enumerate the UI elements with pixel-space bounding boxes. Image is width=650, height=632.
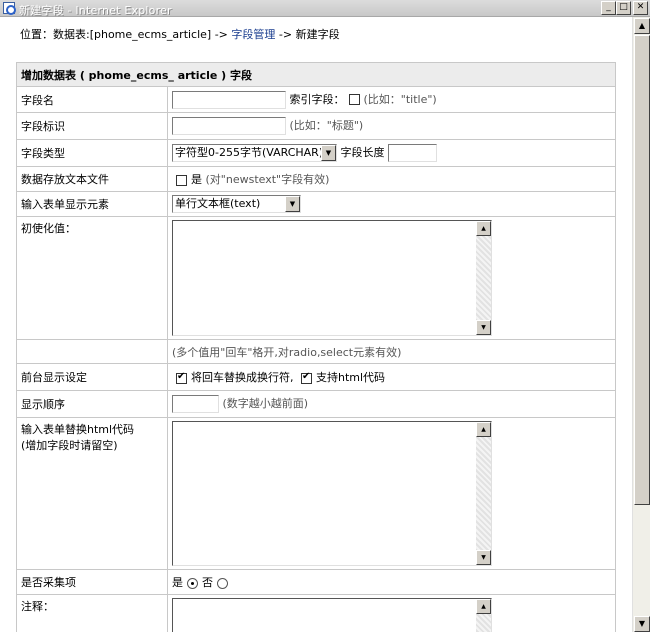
collect-label: 是否采集项 — [16, 569, 168, 595]
index-field-checkbox[interactable] — [348, 94, 360, 105]
scroll-up-icon[interactable]: ▲ — [476, 599, 491, 614]
window-title: 新建字段 - Internet Explorer — [19, 4, 172, 17]
field-name-label: 字段名 — [16, 86, 168, 113]
textarea-scrollbar[interactable]: ▲ — [476, 599, 491, 632]
frontend-label: 前台显示设定 — [16, 363, 168, 391]
scroll-down-icon[interactable]: ▼ — [476, 320, 491, 335]
collect-no-label: 否 — [202, 576, 213, 589]
scroll-up-icon[interactable]: ▲ — [476, 221, 491, 236]
store-file-label: 数据存放文本文件 — [16, 166, 168, 192]
store-file-hint: (对"newstext"字段有效) — [205, 173, 330, 186]
store-file-option: 是 — [191, 173, 202, 186]
scroll-up-icon[interactable]: ▲ — [476, 422, 491, 437]
support-html-label: 支持html代码 — [316, 371, 386, 384]
input-element-label: 输入表单显示元素 — [16, 191, 168, 217]
page-viewport: 位置：数据表:[phome_ecms_article] -> 字段管理 -> 新… — [0, 17, 632, 632]
convert-newline-label: 将回车替换成换行符, — [191, 371, 294, 384]
field-type-select[interactable]: 字符型0-255字节(VARCHAR) ▼ — [172, 144, 337, 162]
field-ident-hint: (比如："标题") — [289, 119, 364, 132]
collect-yes-label: 是 — [172, 576, 183, 589]
ie-app-icon — [3, 2, 16, 15]
field-length-input[interactable] — [388, 144, 437, 162]
init-value-hint-spacer — [16, 339, 168, 364]
collect-yes-radio[interactable] — [187, 577, 198, 589]
scrollbar-thumb[interactable] — [634, 35, 650, 505]
init-value-hint: (多个值用"回车"格开,对radio,select元素有效) — [167, 339, 616, 364]
field-name-hint: (比如："title") — [363, 92, 437, 106]
page-scrollbar[interactable]: ▲ ▼ — [632, 17, 650, 632]
order-hint: (数字越小越前面) — [222, 397, 309, 410]
maximize-button[interactable]: □ — [616, 1, 631, 15]
title-bar: 新建字段 - Internet Explorer _ □ ✕ — [0, 0, 650, 17]
field-type-selected: 字符型0-255字节(VARCHAR) — [175, 146, 324, 159]
scroll-down-icon[interactable]: ▼ — [476, 550, 491, 565]
order-input[interactable] — [172, 395, 219, 413]
store-file-checkbox[interactable] — [176, 174, 187, 186]
field-ident-input[interactable] — [172, 117, 286, 135]
textarea-scrollbar[interactable]: ▲ ▼ — [476, 221, 491, 335]
collect-no-radio[interactable] — [217, 577, 228, 589]
field-length-label: 字段长度 — [340, 146, 385, 159]
form-header: 增加数据表 ( phome_ecms_ article ) 字段 — [16, 62, 616, 87]
input-element-selected: 单行文本框(text) — [175, 197, 261, 210]
html-replace-label-line2: (增加字段时请留空) — [21, 439, 118, 452]
index-field-label: 索引字段： — [289, 92, 345, 106]
close-button[interactable]: ✕ — [633, 1, 648, 15]
breadcrumb-prefix: 位置：数据表:[phome_ecms_article] -> — [20, 28, 232, 41]
field-ident-label: 字段标识 — [16, 112, 168, 140]
init-value-label: 初使化值： — [16, 216, 168, 340]
html-replace-label-line1: 输入表单替换html代码 — [21, 423, 135, 436]
init-value-textarea[interactable]: ▲ ▼ — [172, 220, 492, 336]
html-replace-label: 输入表单替换html代码 (增加字段时请留空) — [16, 417, 168, 570]
input-element-select[interactable]: 单行文本框(text) ▼ — [172, 195, 301, 213]
chevron-down-icon[interactable]: ▼ — [285, 196, 300, 212]
field-manage-link[interactable]: 字段管理 — [231, 28, 275, 41]
textarea-scrollbar[interactable]: ▲ ▼ — [476, 422, 491, 565]
scroll-up-icon[interactable]: ▲ — [634, 18, 650, 34]
minimize-button[interactable]: _ — [601, 1, 616, 15]
chevron-down-icon[interactable]: ▼ — [321, 145, 336, 161]
scroll-down-icon[interactable]: ▼ — [634, 616, 650, 632]
order-label: 显示顺序 — [16, 390, 168, 418]
breadcrumb: 位置：数据表:[phome_ecms_article] -> 字段管理 -> 新… — [20, 26, 340, 42]
note-textarea[interactable]: ▲ — [172, 598, 492, 632]
note-label: 注释： — [16, 594, 168, 632]
breadcrumb-suffix: -> 新建字段 — [275, 28, 340, 41]
support-html-checkbox[interactable] — [301, 371, 312, 384]
field-name-input[interactable] — [172, 90, 286, 109]
html-replace-textarea[interactable]: ▲ ▼ — [172, 421, 492, 566]
field-type-label: 字段类型 — [16, 139, 168, 167]
convert-newline-checkbox[interactable] — [176, 371, 187, 384]
add-field-form: 增加数据表 ( phome_ecms_ article ) 字段 字段名 索引字… — [16, 62, 616, 632]
